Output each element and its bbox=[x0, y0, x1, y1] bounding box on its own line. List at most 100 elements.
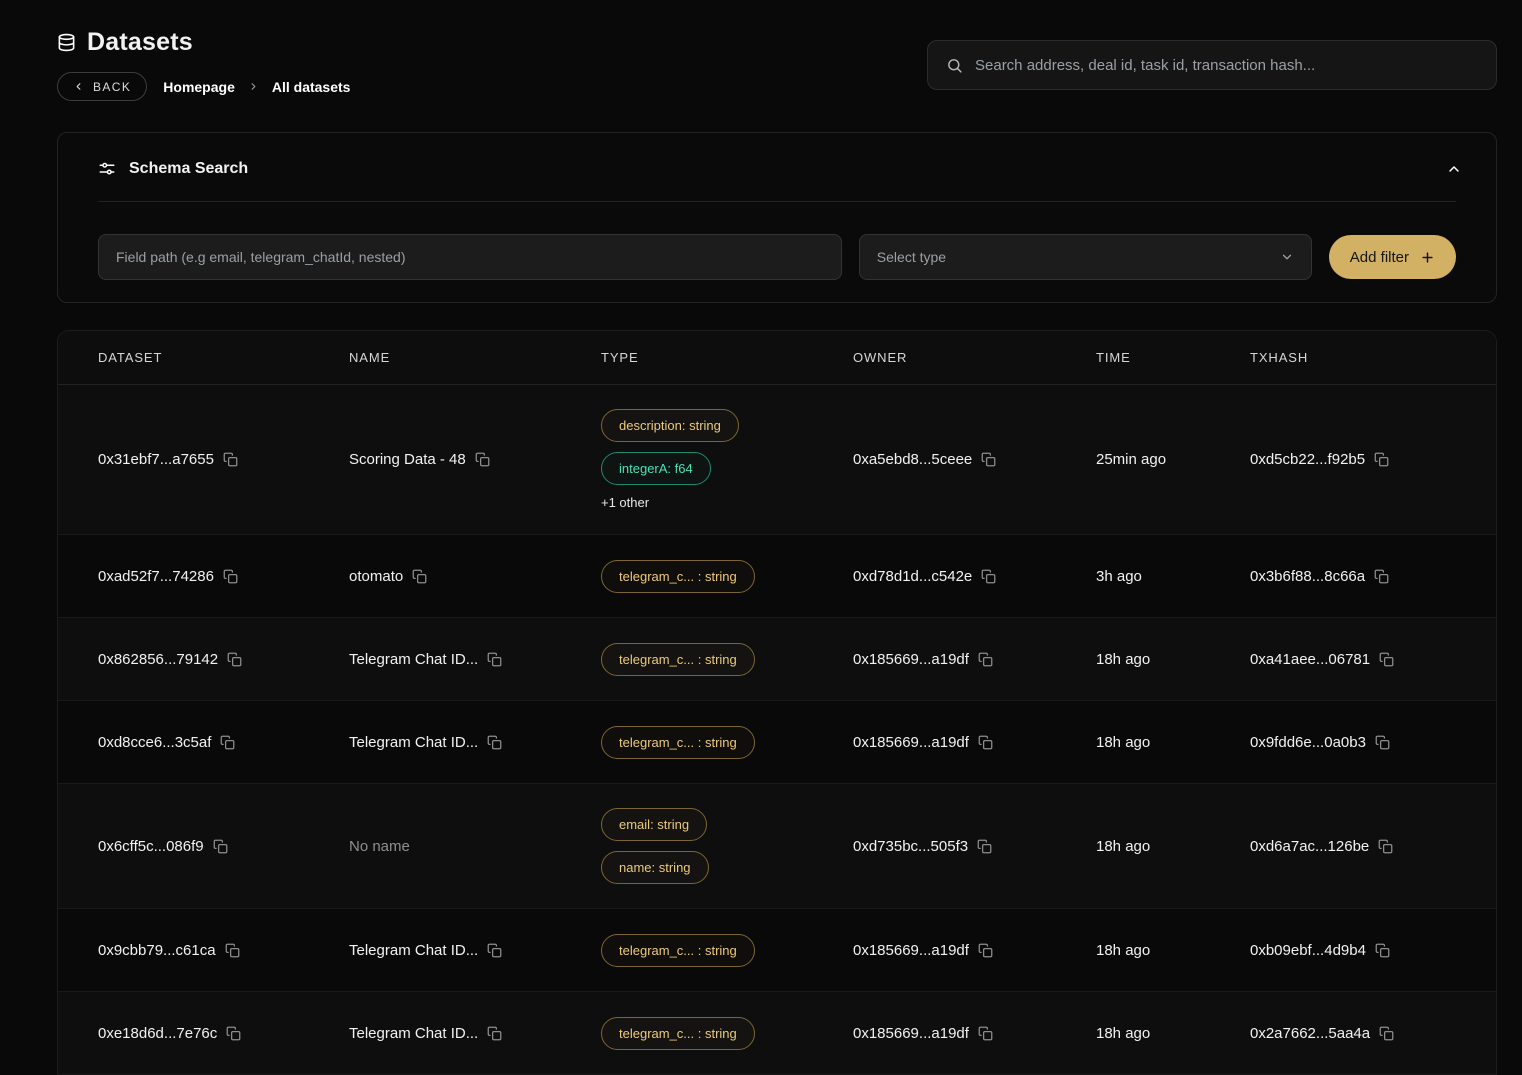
time-cell: 18h ago bbox=[1096, 651, 1250, 668]
owner-value: 0x185669...a19df bbox=[853, 942, 969, 959]
datasets-page: Datasets BACK Homepage All datasets bbox=[0, 0, 1522, 1075]
txhash-cell: 0x3b6f88...8c66a bbox=[1250, 568, 1496, 585]
owner-cell: 0x185669...a19df bbox=[853, 1025, 1096, 1042]
copy-icon[interactable] bbox=[223, 452, 238, 467]
copy-icon[interactable] bbox=[1378, 839, 1393, 854]
type-badge: integerA: f64 bbox=[601, 452, 711, 485]
dataset-cell: 0x31ebf7...a7655 bbox=[98, 451, 349, 468]
type-badge: telegram_c... : string bbox=[601, 560, 755, 593]
copy-icon[interactable] bbox=[978, 652, 993, 667]
txhash-cell: 0xb09ebf...4d9b4 bbox=[1250, 942, 1496, 959]
copy-icon[interactable] bbox=[977, 839, 992, 854]
column-header-txhash: TXHASH bbox=[1250, 350, 1496, 365]
copy-icon[interactable] bbox=[487, 652, 502, 667]
copy-icon[interactable] bbox=[1379, 652, 1394, 667]
dataset-cell: 0xad52f7...74286 bbox=[98, 568, 349, 585]
table-row[interactable]: 0xad52f7...74286otomato telegram_c... : s… bbox=[58, 535, 1496, 618]
breadcrumb-all-datasets[interactable]: All datasets bbox=[272, 79, 351, 95]
dataset-cell: 0xd8cce6...3c5af bbox=[98, 734, 349, 751]
copy-icon[interactable] bbox=[981, 452, 996, 467]
time-cell: 18h ago bbox=[1096, 942, 1250, 959]
time-cell: 18h ago bbox=[1096, 1025, 1250, 1042]
copy-icon[interactable] bbox=[981, 569, 996, 584]
owner-cell: 0xd78d1d...c542e bbox=[853, 568, 1096, 585]
dataset-value: 0x6cff5c...086f9 bbox=[98, 838, 204, 855]
txhash-cell: 0x9fdd6e...0a0b3 bbox=[1250, 734, 1496, 751]
field-path-input[interactable] bbox=[98, 234, 842, 280]
type-cell: telegram_c... : string bbox=[601, 993, 853, 1074]
dataset-value: 0x862856...79142 bbox=[98, 651, 218, 668]
owner-value: 0xa5ebd8...5ceee bbox=[853, 451, 972, 468]
owner-cell: 0x185669...a19df bbox=[853, 651, 1096, 668]
table-row[interactable]: 0x6cff5c...086f9No nameemail: stringname… bbox=[58, 784, 1496, 909]
txhash-value: 0xb09ebf...4d9b4 bbox=[1250, 942, 1366, 959]
plus-icon bbox=[1420, 250, 1435, 265]
name-cell: Scoring Data - 48 bbox=[349, 451, 601, 468]
copy-icon[interactable] bbox=[412, 569, 427, 584]
txhash-value: 0xa41aee...06781 bbox=[1250, 651, 1370, 668]
dataset-cell: 0xe18d6d...7e76c bbox=[98, 1025, 349, 1042]
copy-icon[interactable] bbox=[1374, 452, 1389, 467]
copy-icon[interactable] bbox=[978, 1026, 993, 1041]
collapse-panel-button[interactable] bbox=[1442, 157, 1466, 181]
dataset-cell: 0x9cbb79...c61ca bbox=[98, 942, 349, 959]
search-icon bbox=[946, 57, 963, 74]
copy-icon[interactable] bbox=[220, 735, 235, 750]
column-header-type: TYPE bbox=[601, 350, 853, 365]
name-value: Telegram Chat ID... bbox=[349, 734, 478, 751]
copy-icon[interactable] bbox=[1375, 735, 1390, 750]
table-row[interactable]: 0x862856...79142Telegram Chat ID...teleg… bbox=[58, 618, 1496, 701]
add-filter-button[interactable]: Add filter bbox=[1329, 235, 1456, 279]
database-icon bbox=[57, 33, 76, 52]
txhash-cell: 0x2a7662...5aa4a bbox=[1250, 1025, 1496, 1042]
owner-value: 0xd78d1d...c542e bbox=[853, 568, 972, 585]
txhash-cell: 0xd5cb22...f92b5 bbox=[1250, 451, 1496, 468]
owner-cell: 0x185669...a19df bbox=[853, 942, 1096, 959]
copy-icon[interactable] bbox=[226, 1026, 241, 1041]
owner-cell: 0xa5ebd8...5ceee bbox=[853, 451, 1096, 468]
type-select[interactable]: Select type bbox=[859, 234, 1312, 280]
search-input[interactable] bbox=[975, 57, 1478, 74]
time-cell: 18h ago bbox=[1096, 734, 1250, 751]
copy-icon[interactable] bbox=[978, 943, 993, 958]
copy-icon[interactable] bbox=[487, 943, 502, 958]
add-filter-label: Add filter bbox=[1350, 249, 1409, 266]
time-cell: 18h ago bbox=[1096, 838, 1250, 855]
type-cell: telegram_c... : string bbox=[601, 910, 853, 991]
table-row[interactable]: 0x9cbb79...c61caTelegram Chat ID...teleg… bbox=[58, 909, 1496, 992]
copy-icon[interactable] bbox=[978, 735, 993, 750]
owner-value: 0x185669...a19df bbox=[853, 734, 969, 751]
column-header-time: TIME bbox=[1096, 350, 1250, 365]
copy-icon[interactable] bbox=[227, 652, 242, 667]
back-button[interactable]: BACK bbox=[57, 72, 147, 101]
type-badge: telegram_c... : string bbox=[601, 726, 755, 759]
global-search[interactable] bbox=[927, 40, 1497, 90]
type-badge: description: string bbox=[601, 409, 739, 442]
time-value: 18h ago bbox=[1096, 1025, 1150, 1042]
copy-icon[interactable] bbox=[487, 735, 502, 750]
type-badge: telegram_c... : string bbox=[601, 934, 755, 967]
txhash-value: 0xd6a7ac...126be bbox=[1250, 838, 1369, 855]
copy-icon[interactable] bbox=[487, 1026, 502, 1041]
table-row[interactable]: 0xe18d6d...7e76c Telegram Chat ID...teleg… bbox=[58, 992, 1496, 1075]
name-cell: Telegram Chat ID... bbox=[349, 1025, 601, 1042]
copy-icon[interactable] bbox=[223, 569, 238, 584]
copy-icon[interactable] bbox=[475, 452, 490, 467]
dataset-value: 0xe18d6d...7e76c bbox=[98, 1025, 217, 1042]
copy-icon[interactable] bbox=[1374, 569, 1389, 584]
owner-cell: 0xd735bc...505f3 bbox=[853, 838, 1096, 855]
column-header-owner: OWNER bbox=[853, 350, 1096, 365]
table-row[interactable]: 0x31ebf7...a7655Scoring Data - 48descrip… bbox=[58, 385, 1496, 535]
copy-icon[interactable] bbox=[225, 943, 240, 958]
copy-icon[interactable] bbox=[213, 839, 228, 854]
name-cell: Telegram Chat ID... bbox=[349, 942, 601, 959]
table-body: 0x31ebf7...a7655Scoring Data - 48descrip… bbox=[58, 385, 1496, 1075]
breadcrumb-homepage[interactable]: Homepage bbox=[163, 79, 235, 95]
txhash-value: 0x2a7662...5aa4a bbox=[1250, 1025, 1370, 1042]
table-row[interactable]: 0xd8cce6...3c5afTelegram Chat ID... teleg… bbox=[58, 701, 1496, 784]
name-value: otomato bbox=[349, 568, 403, 585]
copy-icon[interactable] bbox=[1375, 943, 1390, 958]
column-header-dataset: DATASET bbox=[98, 350, 349, 365]
more-types-label: +1 other bbox=[601, 495, 649, 510]
copy-icon[interactable] bbox=[1379, 1026, 1394, 1041]
